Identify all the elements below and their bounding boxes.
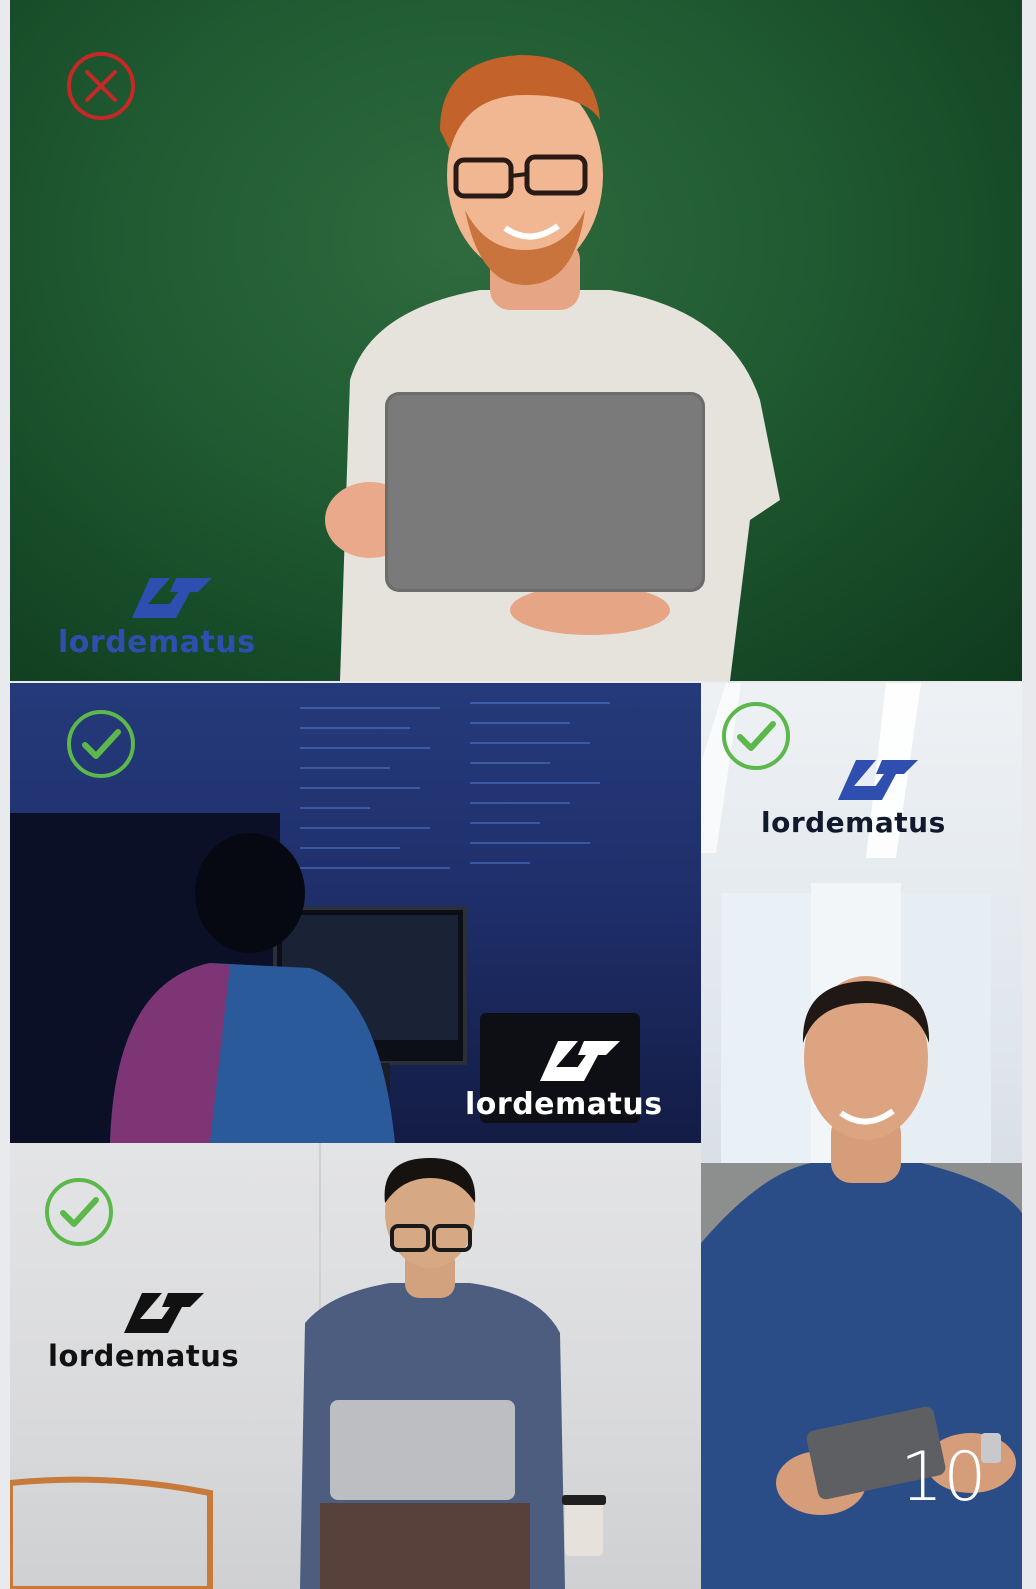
example-photo-incorrect: lordematus	[10, 0, 1022, 681]
brand-wordmark: lordematus	[58, 625, 256, 660]
page-number: 10	[900, 1438, 987, 1517]
status-check-icon	[720, 700, 792, 772]
brand-logo-mark	[122, 1293, 204, 1335]
example-photo-correct-2: lordematus 10	[701, 683, 1022, 1589]
brand-logo-mark	[836, 760, 918, 802]
example-photo-correct-1: lordematus	[10, 683, 701, 1143]
brand-logo-mark	[130, 578, 212, 620]
brand-logo-mark	[538, 1041, 620, 1083]
brand-wordmark: lordematus	[465, 1087, 663, 1122]
status-cross-icon	[65, 50, 137, 122]
status-check-icon	[65, 708, 137, 780]
example-photo-correct-3: lordematus	[10, 1143, 701, 1589]
brand-wordmark: lordematus	[761, 806, 946, 839]
brand-wordmark: lordematus	[48, 1339, 240, 1373]
status-check-icon	[43, 1176, 115, 1248]
